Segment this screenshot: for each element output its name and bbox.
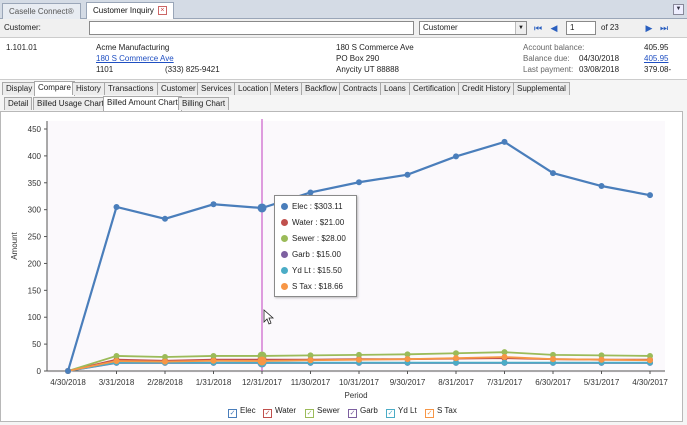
x-tick-label: 4/30/2017 (632, 378, 668, 387)
data-point-elec (501, 138, 508, 145)
legend-toggle-garb[interactable]: ✓ Garb (348, 406, 378, 418)
legend-label: Water (275, 406, 297, 415)
x-tick-label: 10/31/2017 (339, 378, 380, 387)
checkbox-checked-icon[interactable]: ✓ (425, 409, 434, 418)
data-point-s-tax (550, 356, 556, 363)
tooltip-row-sewer: Sewer : $28.00 (281, 234, 346, 243)
y-tick-label: 0 (37, 367, 42, 376)
data-point-s-tax (210, 357, 217, 364)
y-tick-label: 450 (28, 125, 42, 134)
y-axis-title: Amount (10, 231, 19, 259)
series-dot-icon (281, 203, 288, 210)
y-tick-label: 200 (28, 259, 42, 268)
data-point-elec (162, 215, 168, 222)
data-point-elec (453, 153, 459, 160)
tooltip-text: Garb : $15.00 (292, 250, 341, 259)
tooltip-text: Sewer : $28.00 (292, 234, 346, 243)
y-tick-label: 100 (28, 313, 42, 322)
x-tick-label: 7/31/2017 (487, 378, 523, 387)
legend-toggle-water[interactable]: ✓ Water (263, 406, 296, 418)
tooltip-text: S Tax : $18.66 (292, 282, 343, 291)
y-tick-label: 50 (32, 340, 41, 349)
x-tick-label: 4/30/2018 (50, 378, 86, 387)
chart-legend: ✓ Elec ✓ Water ✓ Sewer ✓ Garb ✓ Yd Lt ✓ S Tax (228, 406, 468, 418)
data-point-s-tax (404, 356, 411, 363)
tooltip-row-garb: Garb : $15.00 (281, 250, 341, 259)
series-dot-icon (281, 219, 288, 226)
data-point-elec (65, 368, 71, 374)
x-tick-label: 11/30/2017 (291, 378, 331, 387)
x-tick-label: 12/31/2017 (242, 378, 283, 387)
series-dot-icon (281, 251, 288, 258)
checkbox-checked-icon[interactable]: ✓ (263, 409, 272, 418)
x-tick-label: 5/31/2017 (584, 378, 620, 387)
data-point-elec (257, 203, 267, 213)
legend-label: Sewer (317, 406, 340, 415)
checkbox-checked-icon[interactable]: ✓ (305, 409, 314, 418)
data-point-s-tax (307, 357, 314, 364)
legend-toggle-elec[interactable]: ✓ Elec (228, 406, 256, 418)
x-tick-label: 6/30/2017 (535, 378, 571, 387)
x-tick-label: 1/31/2018 (196, 378, 232, 387)
checkbox-checked-icon[interactable]: ✓ (386, 409, 395, 418)
data-point-elec (598, 183, 605, 190)
y-tick-label: 350 (28, 179, 42, 188)
legend-label: Elec (240, 406, 256, 415)
y-tick-label: 400 (28, 152, 42, 161)
data-point-s-tax (113, 358, 120, 365)
data-point-elec (356, 179, 362, 186)
data-point-elec (550, 170, 556, 177)
checkbox-checked-icon[interactable]: ✓ (348, 409, 357, 418)
tooltip-row-water: Water : $21.00 (281, 218, 344, 227)
series-dot-icon (281, 267, 288, 274)
legend-label: S Tax (437, 406, 457, 415)
tooltip-text: Yd Lt : $15.50 (292, 266, 342, 275)
legend-toggle-s-tax[interactable]: ✓ S Tax (425, 406, 457, 418)
data-point-s-tax (598, 356, 605, 363)
data-point-s-tax (162, 358, 168, 365)
y-tick-label: 300 (28, 206, 42, 215)
data-point-elec (210, 201, 217, 208)
series-dot-icon (281, 235, 288, 242)
series-dot-icon (281, 283, 288, 290)
tooltip-row-elec: Elec : $303.11 (281, 202, 343, 211)
data-point-s-tax (453, 355, 459, 362)
data-point-elec (404, 171, 411, 178)
x-tick-label: 2/28/2018 (147, 378, 183, 387)
tooltip-row-yd-lt: Yd Lt : $15.50 (281, 266, 342, 275)
legend-toggle-yd-lt[interactable]: ✓ Yd Lt (386, 406, 417, 418)
x-tick-label: 3/31/2018 (99, 378, 135, 387)
data-point-elec (647, 192, 653, 199)
tooltip-text: Water : $21.00 (292, 218, 345, 227)
legend-label: Garb (360, 406, 378, 415)
tooltip-row-s-tax: S Tax : $18.66 (281, 282, 343, 291)
data-point-sewer (113, 352, 120, 359)
legend-label: Yd Lt (398, 406, 417, 415)
y-tick-label: 150 (28, 286, 42, 295)
legend-toggle-sewer[interactable]: ✓ Sewer (305, 406, 340, 418)
checkbox-checked-icon[interactable]: ✓ (228, 409, 237, 418)
x-tick-label: 8/31/2017 (438, 378, 474, 387)
tooltip-text: Elec : $303.11 (292, 202, 343, 211)
chart-tooltip: Elec : $303.11 Water : $21.00 Sewer : $2… (274, 195, 357, 297)
data-point-yd-lt (501, 359, 508, 366)
x-tick-label: 9/30/2017 (390, 378, 426, 387)
data-point-s-tax (647, 357, 653, 364)
data-point-s-tax (257, 356, 267, 366)
x-axis-title: Period (344, 391, 367, 400)
y-tick-label: 250 (28, 233, 42, 242)
data-point-elec (113, 203, 120, 210)
data-point-s-tax (356, 356, 362, 363)
data-point-s-tax (501, 354, 508, 361)
